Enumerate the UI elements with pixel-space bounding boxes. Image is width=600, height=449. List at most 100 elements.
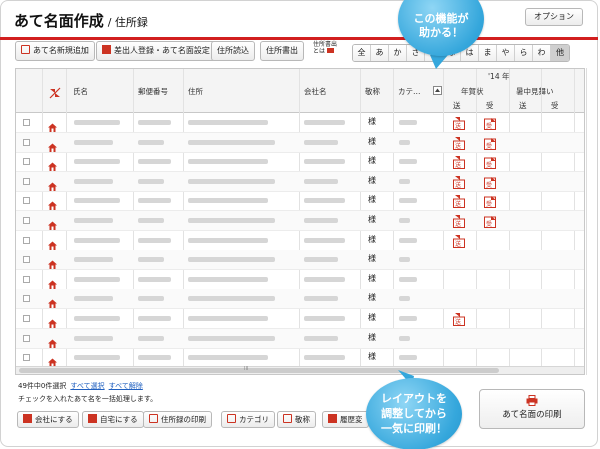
row-checkbox[interactable] [23, 158, 30, 166]
kana-tab[interactable]: ま [479, 45, 497, 61]
horizontal-scrollbar[interactable]: III [16, 366, 584, 374]
row-checkbox[interactable] [23, 236, 30, 244]
redacted-text [74, 276, 120, 282]
read-address-button[interactable]: 住所読込 [211, 41, 255, 61]
select-all-link[interactable]: すべて選択 [70, 382, 104, 390]
row-checkbox[interactable] [23, 197, 30, 205]
table-row[interactable]: 様送 [16, 231, 584, 251]
sent-mark-icon[interactable]: 送 [453, 174, 465, 189]
kana-tab-other[interactable]: 他 [551, 45, 569, 61]
table-row[interactable]: 様送 受 [16, 171, 584, 192]
honorific-button[interactable]: 敬称 [277, 411, 316, 428]
add-address-button[interactable]: あて名新規追加 [15, 41, 95, 61]
sort-arrow-icon[interactable] [433, 86, 442, 95]
row-checkbox[interactable] [23, 217, 30, 224]
redacted-text [399, 296, 410, 302]
svg-text:送: 送 [455, 142, 461, 150]
kana-tab[interactable]: 全 [353, 45, 371, 61]
row-honorific: 様 [368, 352, 376, 362]
redacted-text [74, 257, 113, 263]
layout-callout-line3: 一気に印刷！ [381, 422, 447, 435]
redacted-text [304, 335, 338, 341]
category-button[interactable]: カテゴリ [221, 411, 275, 428]
table-row[interactable]: 様 [16, 289, 584, 310]
received-mark-icon[interactable]: 受 [484, 115, 496, 130]
sent-mark-icon[interactable]: 送 [453, 213, 465, 228]
table-row[interactable]: 様 [16, 270, 584, 290]
vertical-scrollbar[interactable] [586, 68, 592, 375]
table-row[interactable]: 様 [16, 250, 584, 271]
received-mark-icon[interactable]: 受 [484, 154, 496, 170]
sent-mark-icon[interactable]: 送 [453, 193, 465, 209]
redacted-text [188, 276, 268, 282]
sent-mark-icon[interactable]: 送 [453, 311, 465, 326]
write-address-button[interactable]: 住所書出 [260, 41, 304, 61]
redacted-text [74, 316, 120, 321]
print-address-side-button[interactable]: あて名面の印刷 [479, 389, 585, 429]
redacted-text [399, 257, 410, 263]
table-row[interactable]: 様送 受 [16, 191, 584, 212]
row-checkbox[interactable] [23, 334, 30, 342]
scrollbar-thumb[interactable] [19, 368, 499, 373]
address-table: 氏名 郵便番号 住所 会社名 敬称 カテ… '14 年 年賀状 暑中見舞い 送 … [15, 68, 585, 375]
svg-text:送: 送 [455, 240, 461, 248]
col-honorific[interactable]: 敬称 [365, 86, 380, 97]
table-row[interactable]: 様 [16, 328, 584, 349]
set-home-button[interactable]: 自宅にする [82, 411, 144, 428]
col-postal[interactable]: 郵便番号 [138, 86, 168, 97]
redacted-text [138, 316, 171, 321]
redacted-text [399, 355, 417, 361]
row-checkbox[interactable] [23, 315, 30, 322]
svg-text:受: 受 [486, 161, 492, 169]
row-checkbox[interactable] [23, 354, 30, 362]
row-checkbox[interactable] [23, 119, 30, 126]
redacted-text [399, 335, 410, 341]
received-mark-icon[interactable]: 受 [484, 135, 496, 150]
sender-settings-button[interactable]: 差出人登録・あて名面設定 [96, 41, 216, 61]
send-receive-toggle-icon[interactable] [49, 87, 61, 99]
print-address-side-label: あて名面の印刷 [502, 410, 562, 420]
sent-mark-icon[interactable]: 送 [453, 135, 465, 150]
sent-mark-icon[interactable]: 送 [453, 233, 465, 248]
row-checkbox[interactable] [23, 275, 30, 283]
set-company-button[interactable]: 会社にする [17, 411, 79, 428]
svg-text:受: 受 [486, 122, 492, 130]
kana-tab[interactable]: や [497, 45, 515, 61]
history-button[interactable]: 履歴変 [322, 411, 369, 428]
layout-callout-bubble: レイアウトを 調整してから 一気に印刷！ [366, 378, 462, 449]
history-icon [328, 414, 337, 423]
kana-tab[interactable]: ら [515, 45, 533, 61]
export-help-line2: とは [313, 48, 326, 55]
received-mark-icon[interactable]: 受 [484, 193, 496, 209]
table-row[interactable]: 様送 受 [16, 113, 584, 133]
col-category[interactable]: カテ… [398, 86, 421, 97]
kana-tab[interactable]: か [389, 45, 407, 61]
received-mark-icon[interactable]: 受 [484, 174, 496, 189]
deselect-all-link[interactable]: すべて解除 [109, 382, 143, 390]
row-checkbox[interactable] [23, 138, 30, 146]
year-header: '14 年 [488, 72, 510, 81]
svg-text:送: 送 [455, 318, 461, 326]
table-row[interactable]: 様送 受 [16, 211, 584, 231]
redacted-text [304, 257, 338, 263]
row-checkbox[interactable] [23, 256, 30, 264]
table-row[interactable]: 様送 受 [16, 152, 584, 173]
received-mark-icon[interactable]: 受 [484, 213, 496, 228]
row-checkbox[interactable] [23, 177, 30, 185]
print-address-list-button[interactable]: 住所録の印刷 [143, 411, 212, 428]
redacted-text [74, 178, 113, 184]
row-checkbox[interactable] [23, 295, 30, 303]
kana-tab[interactable]: わ [533, 45, 551, 61]
export-help-link[interactable]: 住所書出 とは [313, 41, 337, 55]
col-address[interactable]: 住所 [188, 86, 203, 97]
col-company[interactable]: 会社名 [304, 86, 327, 97]
redacted-text [188, 218, 275, 223]
col-name[interactable]: 氏名 [73, 86, 88, 97]
table-row[interactable]: 様送 受 [16, 132, 584, 153]
sent-mark-icon[interactable]: 送 [453, 115, 465, 130]
table-row[interactable]: 様送 [16, 309, 584, 329]
kana-tab[interactable]: あ [371, 45, 389, 61]
sent-mark-icon[interactable]: 送 [453, 154, 465, 170]
home-address-icon [48, 156, 57, 172]
options-button[interactable]: オプション [525, 8, 583, 26]
